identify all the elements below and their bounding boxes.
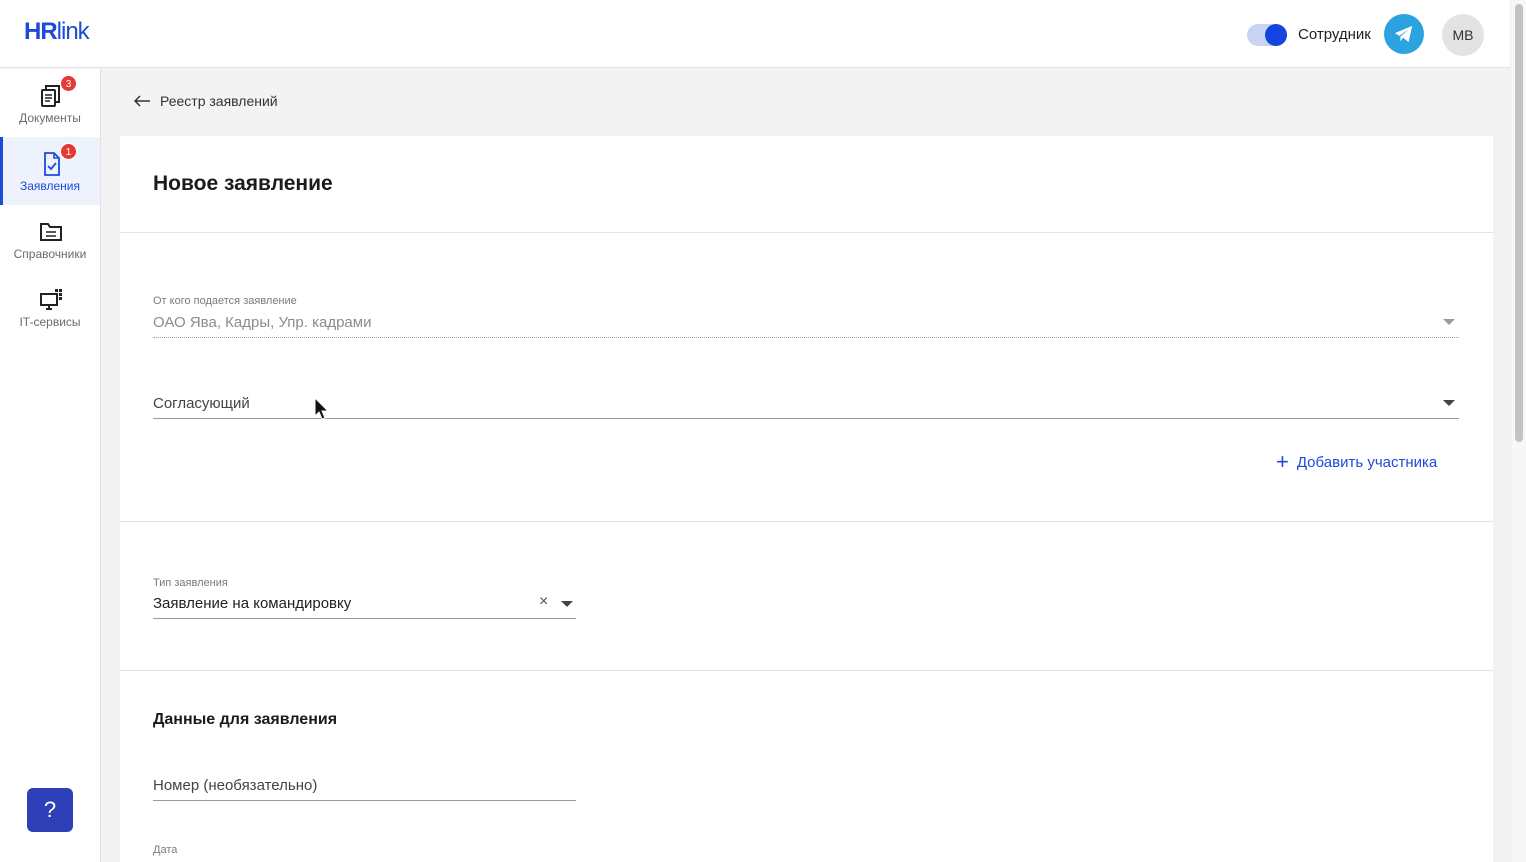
role-label: Сотрудник (1298, 26, 1371, 43)
sidebar-item-label: Документы (19, 111, 81, 125)
sidebar-item-directories[interactable]: Справочники (0, 205, 100, 273)
back-to-registry-link[interactable]: Реестр заявлений (134, 93, 278, 109)
it-services-icon (40, 289, 62, 310)
request-type-label: Тип заявления (153, 577, 228, 589)
arrow-left-icon (134, 95, 150, 107)
plus-icon: + (1276, 449, 1289, 474)
page-title: Новое заявление (153, 172, 333, 195)
add-participant-label: Добавить участника (1296, 453, 1438, 471)
from-field-value: ОАО Ява, Кадры, Упр. кадрами (153, 314, 372, 331)
approver-field[interactable]: Согласующий (153, 386, 1459, 419)
sidebar-item-requests[interactable]: 1 Заявления (0, 137, 100, 205)
telegram-button[interactable] (1384, 14, 1424, 54)
scrollbar-thumb[interactable] (1515, 4, 1523, 442)
divider (120, 232, 1493, 233)
field-underline (153, 618, 576, 619)
toggle-knob (1265, 24, 1287, 46)
date-field[interactable]: Дата (153, 844, 576, 862)
help-button[interactable]: ? (27, 788, 73, 832)
add-participant-button[interactable]: + Добавить участника (1276, 449, 1438, 474)
request-type-field[interactable]: Тип заявления Заявление на командировку … (153, 576, 576, 619)
field-underline (153, 800, 576, 801)
requests-badge: 1 (60, 143, 77, 160)
field-underline (153, 418, 1459, 419)
data-section-title: Данные для заявления (153, 711, 338, 728)
sidebar-item-label: Заявления (19, 179, 81, 193)
documents-badge: 3 (60, 75, 77, 92)
avatar[interactable]: МВ (1442, 14, 1484, 56)
telegram-icon (1394, 25, 1413, 43)
request-type-value: Заявление на командировку (153, 595, 352, 612)
logo-hr-text: HR (24, 18, 58, 45)
request-form-card: Новое заявление От кого подается заявлен… (120, 136, 1493, 862)
sidebar-item-label: Справочники (13, 247, 87, 261)
top-header: HRlink Сотрудник МВ (0, 0, 1510, 68)
from-field-label: От кого подается заявление (153, 295, 297, 307)
chevron-down-icon[interactable] (1443, 319, 1455, 325)
clear-icon[interactable]: × (539, 593, 548, 611)
hrlink-logo[interactable]: HRlink (24, 18, 90, 46)
sidebar-item-label: IT-сервисы (19, 315, 81, 329)
approver-placeholder: Согласующий (153, 395, 250, 412)
folder-icon (40, 223, 62, 241)
mouse-cursor-icon (314, 397, 330, 420)
divider (120, 670, 1493, 671)
number-placeholder: Номер (необязательно) (153, 777, 318, 794)
role-toggle[interactable] (1247, 24, 1287, 46)
date-field-label: Дата (153, 844, 178, 856)
back-label: Реестр заявлений (160, 93, 278, 109)
chevron-down-icon[interactable] (561, 601, 573, 607)
field-underline (153, 337, 1459, 338)
divider (120, 521, 1493, 522)
from-field[interactable]: От кого подается заявление ОАО Ява, Кадр… (153, 294, 1459, 338)
sidebar-item-documents[interactable]: 3 Документы (0, 69, 100, 137)
page-scrollbar[interactable] (1510, 0, 1526, 862)
sidebar: 3 Документы 1 Заявления Справочники IT-с… (0, 69, 101, 862)
number-field[interactable]: Номер (необязательно) (153, 768, 576, 801)
sidebar-item-it-services[interactable]: IT-сервисы (0, 273, 100, 341)
chevron-down-icon[interactable] (1443, 400, 1455, 406)
logo-link-text: link (56, 18, 90, 45)
